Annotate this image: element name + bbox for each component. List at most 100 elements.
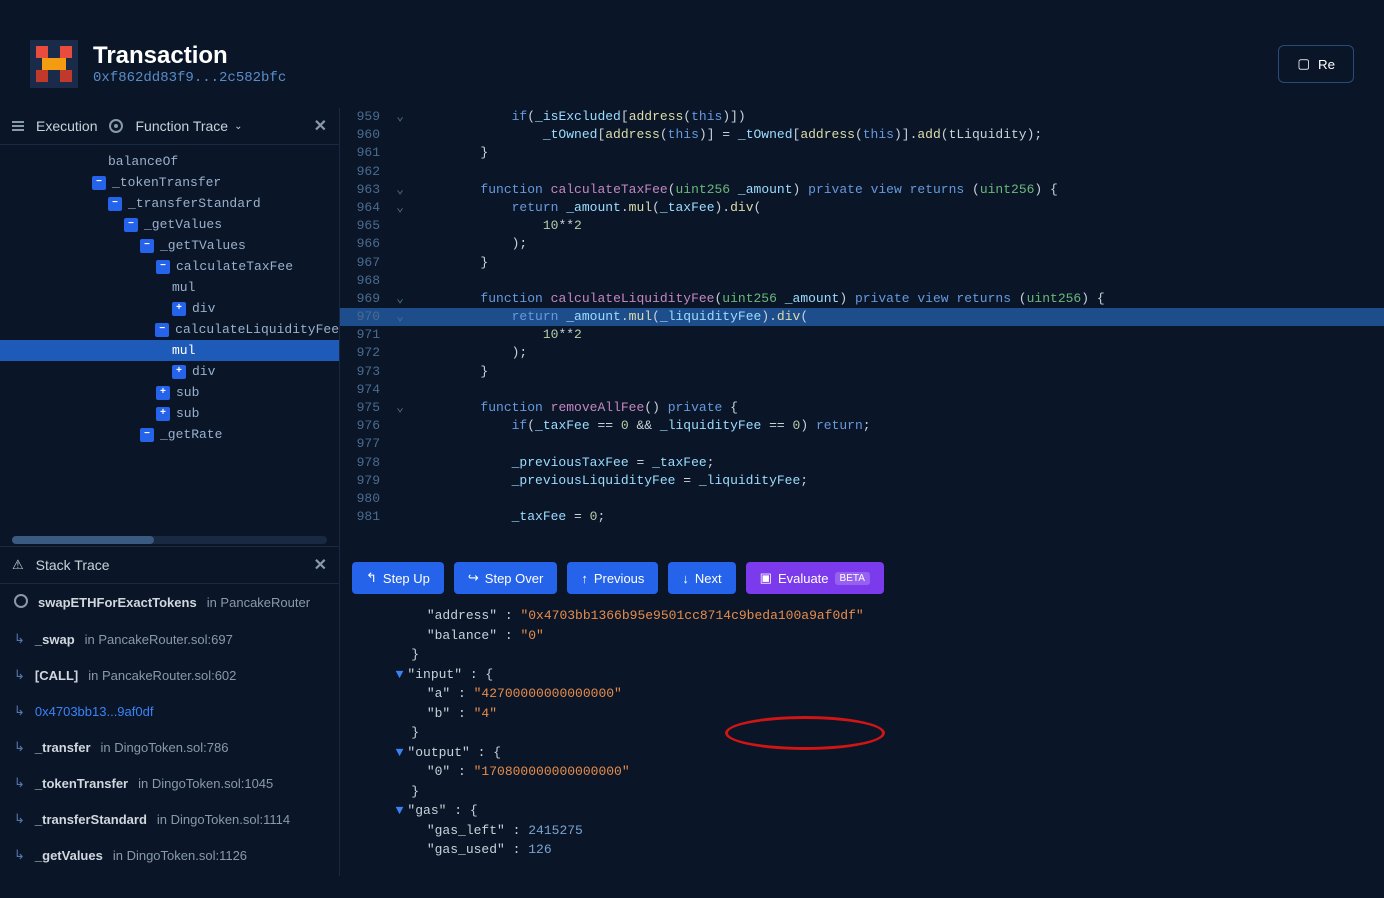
trace-node-calculateTaxFee[interactable]: calculateTaxFee <box>0 256 339 277</box>
code-line-978[interactable]: 978 _previousTaxFee = _taxFee; <box>340 454 1384 472</box>
arrow-contract-icon: ↳ <box>14 703 25 719</box>
step-up-button[interactable]: ↰Step Up <box>352 562 444 594</box>
data-viewer[interactable]: "address" : "0x4703bb1366b95e9501cc8714c… <box>340 606 1384 876</box>
collapse-icon[interactable] <box>140 239 154 253</box>
expand-icon[interactable] <box>172 365 186 379</box>
fold-icon[interactable]: ⌄ <box>390 399 410 417</box>
trace-node-_transferStandard[interactable]: _transferStandard <box>0 193 339 214</box>
arrow-return-icon: ↳ <box>14 775 25 791</box>
trace-node-mul[interactable]: mul <box>0 340 339 361</box>
fold-icon <box>390 272 410 290</box>
code-line-969[interactable]: 969⌄ function calculateLiquidityFee(uint… <box>340 290 1384 308</box>
trace-node-sub[interactable]: sub <box>0 403 339 424</box>
fold-icon[interactable]: ⌄ <box>390 290 410 308</box>
code-line-962[interactable]: 962 <box>340 163 1384 181</box>
code-line-960[interactable]: 960 _tOwned[address(this)] = _tOwned[add… <box>340 126 1384 144</box>
stack-frame[interactable]: ↳_getTValues in DingoToken.sol:918 <box>0 873 339 876</box>
stack-frame[interactable]: ↳ 0x4703bb13...9af0df <box>0 693 339 729</box>
trace-node-div[interactable]: div <box>0 361 339 382</box>
code-line-959[interactable]: 959⌄ if(_isExcluded[address(this)]) <box>340 108 1384 126</box>
code-line-968[interactable]: 968 <box>340 272 1384 290</box>
caret-down-icon[interactable]: ▼ <box>396 743 404 763</box>
code-line-977[interactable]: 977 <box>340 435 1384 453</box>
code-line-981[interactable]: 981 _taxFee = 0; <box>340 508 1384 526</box>
stack-location: in DingoToken.sol:786 <box>101 740 229 755</box>
fold-icon <box>390 344 410 362</box>
stack-frame[interactable]: swapETHForExactTokens in PancakeRouter <box>0 584 339 621</box>
collapse-icon[interactable] <box>124 218 138 232</box>
code-line-970[interactable]: 970⌄ return _amount.mul(_liquidityFee).d… <box>340 308 1384 326</box>
previous-button[interactable]: ↑Previous <box>567 562 658 594</box>
trace-node-balanceOf[interactable]: balanceOf <box>0 151 339 172</box>
code-line-961[interactable]: 961 } <box>340 144 1384 162</box>
trace-node-div[interactable]: div <box>0 298 339 319</box>
code-line-974[interactable]: 974 <box>340 381 1384 399</box>
line-number: 963 <box>340 181 390 199</box>
stack-frame[interactable]: ↳_swap in PancakeRouter.sol:697 <box>0 621 339 657</box>
header-left: Transaction 0xf862dd83f9...2c582bfc <box>30 40 286 88</box>
fold-icon[interactable]: ⌄ <box>390 181 410 199</box>
code-editor[interactable]: 959⌄ if(_isExcluded[address(this)])960 _… <box>340 108 1384 550</box>
collapse-icon[interactable] <box>92 176 106 190</box>
line-number: 974 <box>340 381 390 399</box>
expand-icon[interactable] <box>156 407 170 421</box>
replay-button[interactable]: ▢ Re <box>1278 45 1354 83</box>
horizontal-scrollbar[interactable] <box>12 536 327 544</box>
trace-tree[interactable]: balanceOf_tokenTransfer _transferStandard… <box>0 145 339 534</box>
stack-function: _getValues <box>35 848 103 863</box>
stack-function: swapETHForExactTokens <box>38 595 197 610</box>
stack-frame[interactable]: ↳[CALL] in PancakeRouter.sol:602 <box>0 657 339 693</box>
code-line-979[interactable]: 979 _previousLiquidityFee = _liquidityFe… <box>340 472 1384 490</box>
code-line-976[interactable]: 976 if(_taxFee == 0 && _liquidityFee == … <box>340 417 1384 435</box>
code-line-967[interactable]: 967 } <box>340 254 1384 272</box>
collapse-icon[interactable] <box>156 260 170 274</box>
code-line-971[interactable]: 971 10**2 <box>340 326 1384 344</box>
stack-frame[interactable]: ↳_getValues in DingoToken.sol:1126 <box>0 837 339 873</box>
caret-down-icon[interactable]: ▼ <box>396 801 404 821</box>
function-trace-dropdown[interactable]: Function Trace ⌄ <box>135 118 242 134</box>
collapse-icon[interactable] <box>155 323 169 337</box>
close-execution-button[interactable]: ✕ <box>314 116 327 136</box>
trace-label: _transferStandard <box>128 196 261 211</box>
caret-down-icon[interactable]: ▼ <box>396 665 404 685</box>
line-number: 967 <box>340 254 390 272</box>
code-line-975[interactable]: 975⌄ function removeAllFee() private { <box>340 399 1384 417</box>
collapse-icon[interactable] <box>108 197 122 211</box>
collapse-icon[interactable] <box>140 428 154 442</box>
trace-label: div <box>192 364 215 379</box>
trace-node-_getTValues[interactable]: _getTValues <box>0 235 339 256</box>
fold-icon[interactable]: ⌄ <box>390 308 410 326</box>
code-line-980[interactable]: 980 <box>340 490 1384 508</box>
trace-node-mul[interactable]: mul <box>0 277 339 298</box>
code-line-963[interactable]: 963⌄ function calculateTaxFee(uint256 _a… <box>340 181 1384 199</box>
transaction-hash[interactable]: 0xf862dd83f9...2c582bfc <box>93 70 286 86</box>
trace-node-_getRate[interactable]: _getRate <box>0 424 339 445</box>
step-over-button[interactable]: ↪Step Over <box>454 562 557 594</box>
next-button[interactable]: ↓Next <box>668 562 735 594</box>
code-line-964[interactable]: 964⌄ return _amount.mul(_taxFee).div( <box>340 199 1384 217</box>
stack-frame[interactable]: ↳_tokenTransfer in DingoToken.sol:1045 <box>0 765 339 801</box>
stack-frame[interactable]: ↳_transfer in DingoToken.sol:786 <box>0 729 339 765</box>
circle-icon <box>14 594 28 611</box>
arrow-return-icon: ↳ <box>14 667 25 683</box>
trace-node-_getValues[interactable]: _getValues <box>0 214 339 235</box>
code-line-973[interactable]: 973 } <box>340 363 1384 381</box>
trace-node-_tokenTransfer[interactable]: _tokenTransfer <box>0 172 339 193</box>
trace-label: mul <box>172 343 195 358</box>
stack-function: _swap <box>35 632 75 647</box>
fold-icon <box>390 508 410 526</box>
close-stack-button[interactable]: ✕ <box>314 555 327 575</box>
expand-icon[interactable] <box>156 386 170 400</box>
trace-node-sub[interactable]: sub <box>0 382 339 403</box>
code-line-965[interactable]: 965 10**2 <box>340 217 1384 235</box>
expand-icon[interactable] <box>172 302 186 316</box>
fold-icon[interactable]: ⌄ <box>390 199 410 217</box>
fold-icon[interactable]: ⌄ <box>390 108 410 126</box>
code-content: _previousLiquidityFee = _liquidityFee; <box>410 472 808 490</box>
line-number: 975 <box>340 399 390 417</box>
code-line-966[interactable]: 966 ); <box>340 235 1384 253</box>
evaluate-button[interactable]: ▣EvaluateBETA <box>746 562 884 594</box>
stack-frame[interactable]: ↳_transferStandard in DingoToken.sol:111… <box>0 801 339 837</box>
code-line-972[interactable]: 972 ); <box>340 344 1384 362</box>
trace-node-calculateLiquidityFee[interactable]: calculateLiquidityFee <box>0 319 339 340</box>
